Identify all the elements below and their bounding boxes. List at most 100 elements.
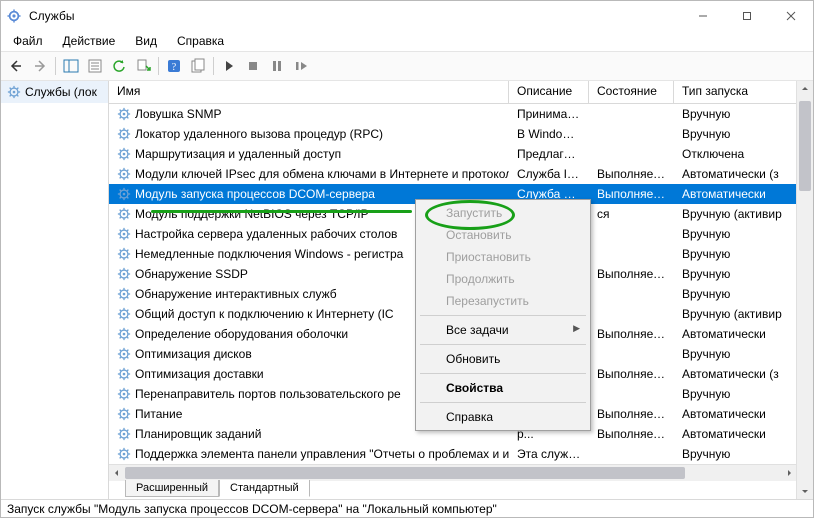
- nav-back-button[interactable]: [5, 55, 27, 77]
- cm-properties[interactable]: Свойства: [418, 377, 588, 399]
- service-desc-cell: Принимае...: [509, 107, 589, 121]
- cm-pause[interactable]: Приостановить: [418, 246, 588, 268]
- help-button[interactable]: ?: [163, 55, 185, 77]
- vertical-scrollbar[interactable]: [796, 81, 813, 499]
- tree-pane: Службы (лок: [1, 81, 109, 499]
- view-tabs: Расширенный Стандартный: [109, 481, 797, 499]
- horizontal-scroll-thumb[interactable]: [125, 467, 685, 479]
- restart-service-button[interactable]: [290, 55, 312, 77]
- service-gear-icon: [117, 227, 131, 241]
- service-start-cell: Автоматически: [674, 407, 797, 421]
- tab-standard[interactable]: Стандартный: [219, 480, 310, 497]
- service-name-text: Модуль поддержки NetBIOS через TCP/IP: [135, 207, 369, 221]
- vertical-scroll-thumb[interactable]: [799, 101, 811, 191]
- cm-refresh[interactable]: Обновить: [418, 348, 588, 370]
- service-start-cell: Вручную: [674, 127, 797, 141]
- toolbar: ?: [1, 51, 813, 81]
- column-headers: Имя Описание Состояние Тип запуска: [109, 81, 797, 104]
- service-row[interactable]: Маршрутизация и удаленный доступПредлага…: [109, 144, 797, 164]
- service-start-cell: Вручную: [674, 447, 797, 461]
- options-button[interactable]: [187, 55, 209, 77]
- service-name-text: Модули ключей IPsec для обмена ключами в…: [135, 167, 509, 181]
- cm-all-tasks-label: Все задачи: [446, 323, 509, 337]
- maximize-button[interactable]: [725, 1, 769, 31]
- cm-separator: [420, 402, 586, 403]
- service-start-cell: Вручную: [674, 107, 797, 121]
- service-start-cell: Вручную: [674, 347, 797, 361]
- column-description[interactable]: Описание: [509, 81, 589, 103]
- minimize-button[interactable]: [681, 1, 725, 31]
- pause-service-button[interactable]: [266, 55, 288, 77]
- service-name-text: Немедленные подключения Windows - регист…: [135, 247, 403, 261]
- cm-resume[interactable]: Продолжить: [418, 268, 588, 290]
- properties-button[interactable]: [84, 55, 106, 77]
- service-state-cell: Выполняется: [589, 167, 674, 181]
- menu-action[interactable]: Действие: [53, 32, 126, 50]
- service-name-cell: Модули ключей IPsec для обмена ключами в…: [109, 167, 509, 181]
- service-start-cell: Автоматически: [674, 427, 797, 441]
- service-gear-icon: [117, 347, 131, 361]
- service-start-cell: Автоматически (з: [674, 367, 797, 381]
- cm-separator: [420, 315, 586, 316]
- service-name-cell: Поддержка элемента панели управления "От…: [109, 447, 509, 461]
- main-area: Службы (лок Имя Описание Состояние Тип з…: [1, 81, 813, 499]
- cm-start[interactable]: Запустить: [418, 202, 588, 224]
- context-menu: Запустить Остановить Приостановить Продо…: [415, 199, 591, 431]
- service-name-text: Настройка сервера удаленных рабочих стол…: [135, 227, 397, 241]
- service-row[interactable]: Модули ключей IPsec для обмена ключами в…: [109, 164, 797, 184]
- service-row[interactable]: Поддержка элемента панели управления "От…: [109, 444, 797, 464]
- service-start-cell: Вручную (активир: [674, 207, 797, 221]
- menu-view[interactable]: Вид: [125, 32, 167, 50]
- service-state-cell: ся: [589, 207, 674, 221]
- start-service-button[interactable]: [218, 55, 240, 77]
- refresh-button[interactable]: [108, 55, 130, 77]
- service-gear-icon: [117, 287, 131, 301]
- scroll-left-button[interactable]: [109, 465, 125, 481]
- service-start-cell: Вручную: [674, 287, 797, 301]
- service-desc-cell: В Windows...: [509, 127, 589, 141]
- cm-restart[interactable]: Перезапустить: [418, 290, 588, 312]
- gear-icon: [7, 85, 21, 99]
- menu-help[interactable]: Справка: [167, 32, 234, 50]
- service-gear-icon: [117, 367, 131, 381]
- column-name[interactable]: Имя: [109, 81, 509, 103]
- nav-forward-button[interactable]: [29, 55, 51, 77]
- service-name-text: Обнаружение интерактивных служб: [135, 287, 337, 301]
- column-startup-type[interactable]: Тип запуска: [674, 81, 797, 103]
- service-start-cell: Автоматически (з: [674, 167, 797, 181]
- stop-service-button[interactable]: [242, 55, 264, 77]
- column-state[interactable]: Состояние: [589, 81, 674, 103]
- scroll-right-button[interactable]: [781, 465, 797, 481]
- scroll-down-button[interactable]: [797, 483, 813, 499]
- horizontal-scrollbar[interactable]: [109, 464, 797, 481]
- service-name-text: Определение оборудования оболочки: [135, 327, 348, 341]
- show-hide-tree-button[interactable]: [60, 55, 82, 77]
- toolbar-separator: [55, 57, 56, 75]
- service-gear-icon: [117, 187, 131, 201]
- titlebar: Службы: [1, 1, 813, 31]
- scroll-up-button[interactable]: [797, 81, 813, 97]
- service-row[interactable]: Ловушка SNMPПринимае...Вручную: [109, 104, 797, 124]
- service-name-cell: Маршрутизация и удаленный доступ: [109, 147, 509, 161]
- service-name-text: Планировщик заданий: [135, 427, 261, 441]
- cm-stop[interactable]: Остановить: [418, 224, 588, 246]
- app-icon: [1, 9, 27, 23]
- cm-help[interactable]: Справка: [418, 406, 588, 428]
- service-start-cell: Вручную (активир: [674, 307, 797, 321]
- service-gear-icon: [117, 407, 131, 421]
- cm-separator: [420, 373, 586, 374]
- export-list-button[interactable]: [132, 55, 154, 77]
- menubar: Файл Действие Вид Справка: [1, 31, 813, 51]
- service-name-text: Локатор удаленного вызова процедур (RPC): [135, 127, 383, 141]
- menu-file[interactable]: Файл: [3, 32, 53, 50]
- services-window: Службы Файл Действие Вид Справка ?: [0, 0, 814, 518]
- service-state-cell: Выполняется: [589, 367, 674, 381]
- tab-expanded[interactable]: Расширенный: [125, 480, 219, 497]
- service-name-text: Питание: [135, 407, 182, 421]
- tree-node-services-local[interactable]: Службы (лок: [1, 81, 108, 103]
- close-button[interactable]: [769, 1, 813, 31]
- service-row[interactable]: Локатор удаленного вызова процедур (RPC)…: [109, 124, 797, 144]
- cm-all-tasks[interactable]: Все задачи▶: [418, 319, 588, 341]
- service-gear-icon: [117, 387, 131, 401]
- service-name-text: Оптимизация дисков: [135, 347, 252, 361]
